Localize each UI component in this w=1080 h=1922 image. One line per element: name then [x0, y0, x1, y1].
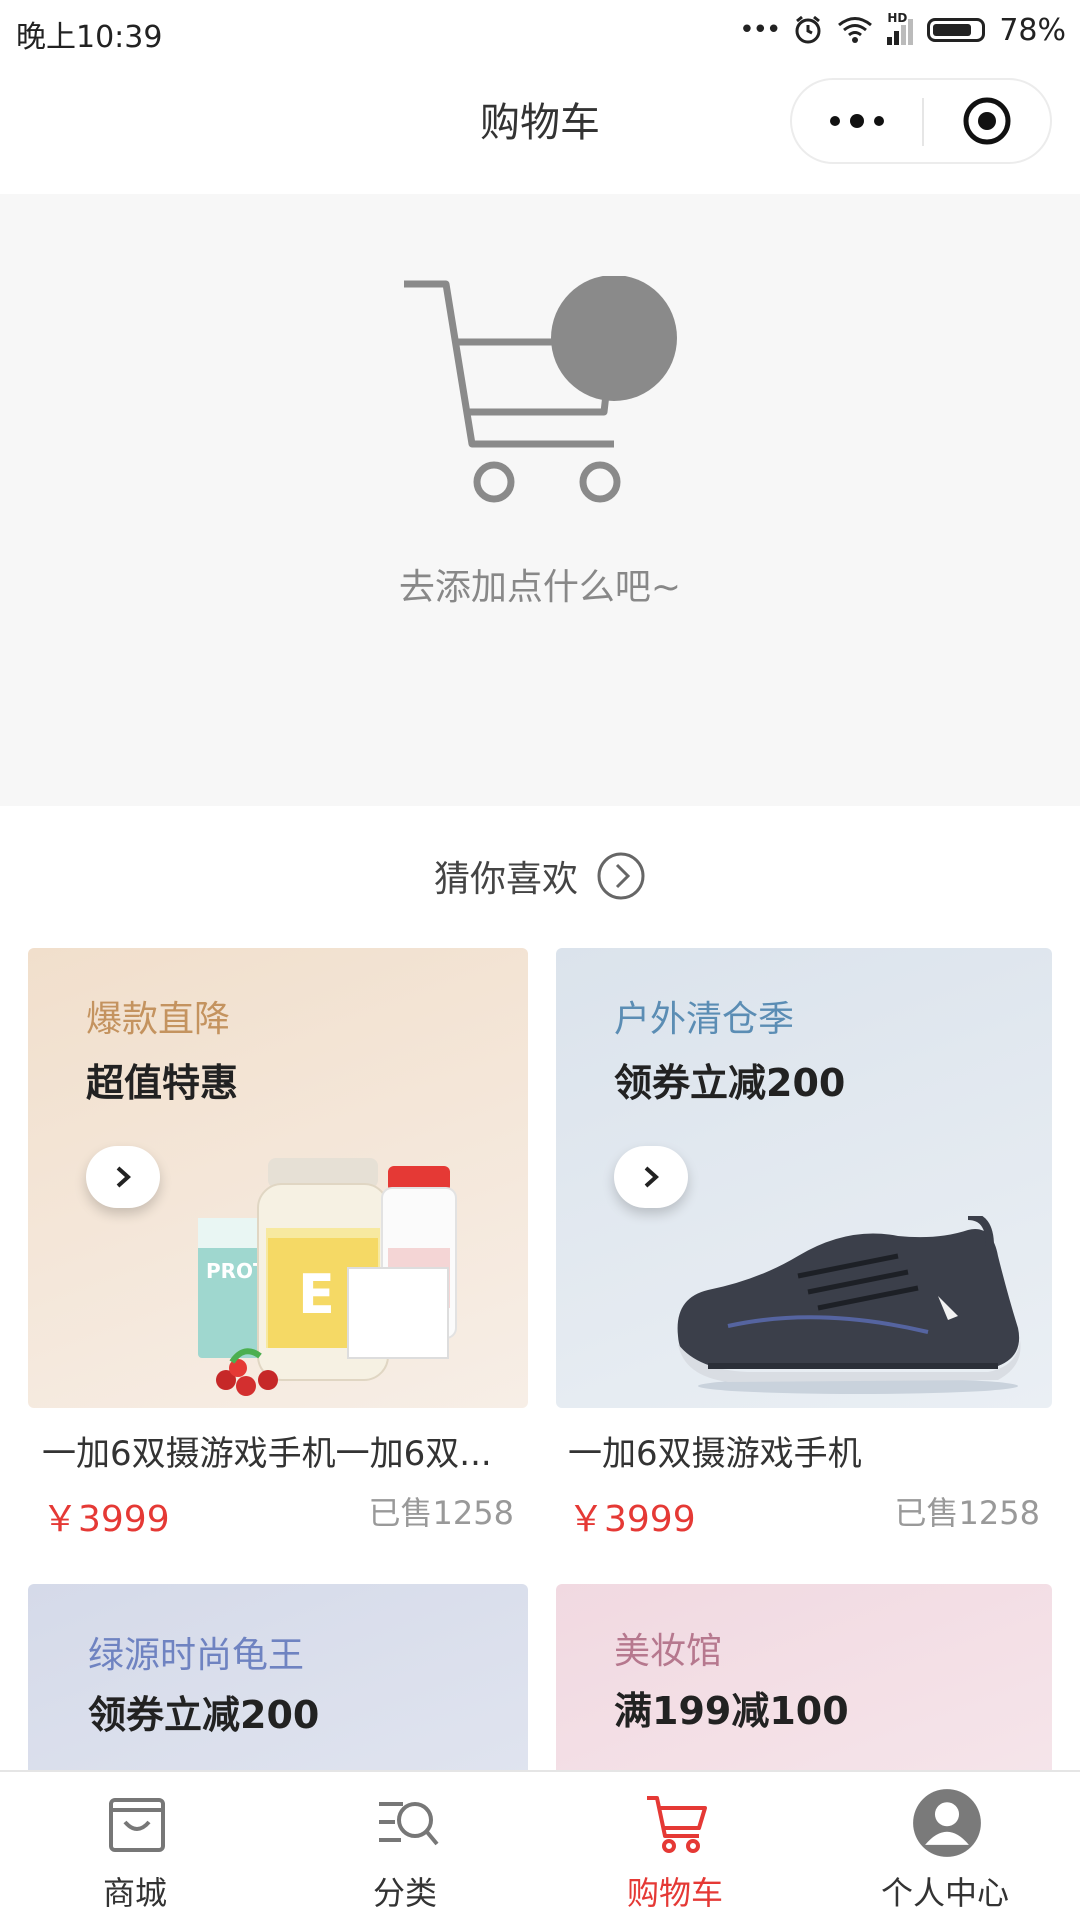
mini-program-capsule [790, 78, 1052, 164]
shop-bag-icon [109, 1798, 165, 1852]
product-image-banner: 爆款直降 超值特惠 PROTEI E [28, 948, 528, 1408]
signal-hd-label: HD [887, 11, 908, 25]
tab-shop[interactable]: 商城 [0, 1772, 270, 1922]
category-search-icon [379, 1802, 439, 1846]
product-card[interactable]: 爆款直降 超值特惠 PROTEI E 一加6双摄游戏手机一加6双... ￥399 [28, 948, 528, 1540]
banner-tag: 户外清仓季 [614, 999, 795, 1040]
product-price: ￥3999 [42, 1499, 170, 1540]
banner-arrow-button[interactable] [86, 1146, 160, 1208]
banner-subtitle: 领券立减200 [88, 1693, 320, 1737]
cell-signal-icon: HD [887, 11, 914, 45]
more-dots-icon: ••• [739, 15, 781, 45]
banner-arrow-button[interactable] [614, 1146, 688, 1208]
product-image-banner: 户外清仓季 领券立减200 [556, 948, 1052, 1408]
banner-subtitle: 领券立减200 [614, 1061, 846, 1105]
more-dots-icon [830, 114, 884, 128]
status-time: 晚上10:39 [16, 20, 163, 55]
empty-cart-message: 去添加点什么吧~ [398, 567, 682, 608]
banner-tag: 绿源时尚龟王 [88, 1635, 305, 1676]
bottom-tab-bar: 商城 分类 购物车 个人中心 [0, 1770, 1080, 1920]
product-name: 一加6双摄游戏手机 [568, 1434, 862, 1474]
tab-category[interactable]: 分类 [270, 1772, 540, 1922]
tab-cart[interactable]: 购物车 [540, 1772, 810, 1922]
close-mini-program-button[interactable] [924, 80, 1050, 162]
user-icon [913, 1789, 981, 1857]
wifi-icon [838, 17, 873, 43]
product-sold-count: 已售1258 [368, 1494, 514, 1532]
tab-label: 个人中心 [880, 1874, 1009, 1912]
svg-text:E: E [298, 1263, 335, 1326]
product-sold-count: 已售1258 [894, 1494, 1040, 1532]
chevron-right-icon [644, 1166, 659, 1188]
product-name: 一加6双摄游戏手机一加6双... [42, 1434, 492, 1474]
tab-label: 购物车 [626, 1874, 723, 1912]
cart-icon [647, 1796, 707, 1853]
tab-label: 商城 [102, 1874, 167, 1912]
target-close-icon [963, 97, 1011, 145]
status-icons: ••• HD 78% [739, 10, 1066, 50]
hiking-shoe-illustration [677, 1216, 1021, 1394]
supplement-bottles-illustration: PROTEI E [198, 1158, 457, 1396]
tab-label: 分类 [372, 1874, 437, 1912]
battery-percent: 78% [999, 12, 1066, 48]
banner-tag: 爆款直降 [86, 999, 231, 1040]
alarm-icon [795, 15, 821, 44]
product-price: ￥3999 [568, 1499, 696, 1540]
status-bar: 晚上10:39 ••• HD 78% [0, 0, 1080, 62]
banner-subtitle: 满199减100 [614, 1689, 849, 1733]
tab-profile[interactable]: 个人中心 [810, 1772, 1080, 1922]
chevron-right-circle-icon [597, 852, 645, 900]
more-menu-button[interactable] [792, 80, 922, 162]
recommend-title: 猜你喜欢 [433, 859, 578, 900]
recommend-header[interactable]: 猜你喜欢 [0, 850, 1080, 902]
banner-tag: 美妆馆 [614, 1631, 723, 1672]
product-card[interactable]: 户外清仓季 领券立减200 一加6双摄游戏手机 ￥3999 已售1258 [556, 948, 1052, 1540]
empty-cart-section: 去添加点什么吧~ [0, 194, 1080, 806]
banner-subtitle: 超值特惠 [86, 1061, 239, 1105]
empty-cart-icon [404, 276, 677, 503]
chevron-right-icon [116, 1166, 131, 1188]
battery-icon [927, 18, 986, 42]
nav-bar: 购物车 [0, 62, 1080, 194]
